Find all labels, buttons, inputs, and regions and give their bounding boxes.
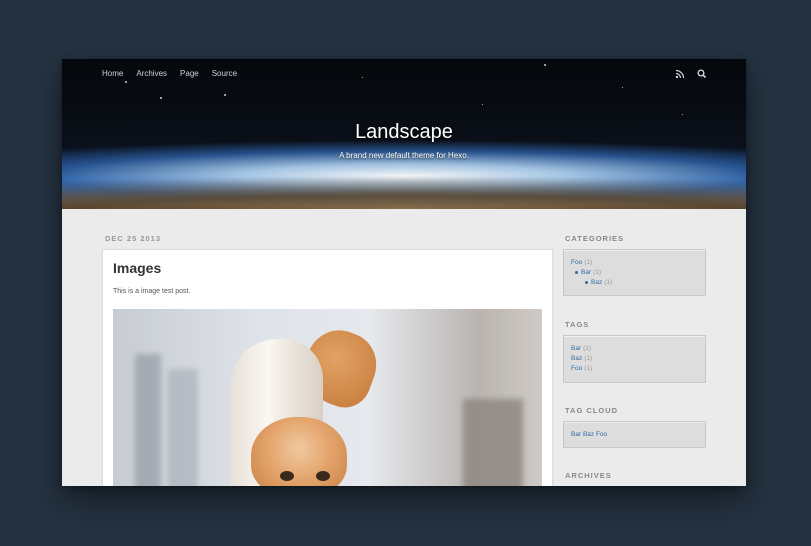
tag-count: (1) — [584, 365, 593, 372]
tag-label[interactable]: Baz — [571, 355, 582, 362]
nav-home[interactable]: Home — [102, 69, 131, 78]
tags-heading: TAGS — [565, 320, 590, 329]
categories-widget: Foo (1) Bar (1) Baz (1) — [563, 249, 706, 296]
category-count: (1) — [604, 279, 613, 286]
browser-window: Home Archives Page Source Landscape A br… — [62, 59, 746, 486]
category-label[interactable]: Foo — [571, 259, 582, 266]
tag-item[interactable]: Foo (1) — [571, 365, 592, 372]
rss-icon[interactable] — [674, 67, 686, 79]
article-body: This is a image test post. — [113, 288, 191, 295]
tag-cloud-widget: Bar Baz Foo — [563, 421, 706, 448]
category-label[interactable]: Baz — [591, 279, 602, 286]
tags-widget: Bar (1) Baz (1) Foo (1) — [563, 335, 706, 383]
tag-item[interactable]: Baz (1) — [571, 355, 592, 362]
category-item[interactable]: Baz (1) — [585, 279, 612, 286]
category-count: (1) — [584, 259, 593, 266]
tag-label[interactable]: Bar — [571, 345, 581, 352]
category-item[interactable]: Foo (1) — [571, 259, 592, 266]
nav-page[interactable]: Page — [180, 69, 207, 78]
archives-heading: ARCHIVES — [565, 471, 612, 480]
tag-cloud-item[interactable]: Bar — [571, 431, 581, 438]
site-title[interactable]: Landscape — [62, 121, 746, 144]
site-subtitle: A brand new default theme for Hexo. — [339, 151, 469, 160]
article: Images This is a image test post. — [102, 249, 553, 486]
nav-icons — [674, 67, 708, 79]
tag-label[interactable]: Foo — [571, 365, 582, 372]
category-label[interactable]: Bar — [581, 269, 591, 276]
tag-count: (1) — [584, 355, 593, 362]
nav-archives[interactable]: Archives — [136, 69, 175, 78]
tag-count: (1) — [583, 345, 592, 352]
article-title[interactable]: Images — [113, 260, 161, 276]
tag-cloud-list: Bar Baz Foo — [571, 431, 607, 438]
cat-photo — [113, 309, 542, 486]
categories-heading: CATEGORIES — [565, 234, 625, 243]
bullet-icon — [585, 280, 588, 284]
tag-cloud-heading: TAG CLOUD — [565, 406, 619, 415]
post-date[interactable]: DEC 25 2013 — [105, 234, 161, 243]
bullet-icon — [575, 270, 578, 274]
tag-cloud-item[interactable]: Baz — [583, 431, 594, 438]
category-item[interactable]: Bar (1) — [575, 269, 601, 276]
tag-item[interactable]: Bar (1) — [571, 345, 591, 352]
nav-source[interactable]: Source — [212, 69, 245, 78]
main-nav: Home Archives Page Source — [102, 69, 250, 78]
tag-cloud-item[interactable]: Foo — [596, 431, 607, 438]
category-count: (1) — [593, 269, 602, 276]
site-header: Home Archives Page Source Landscape A br… — [62, 59, 746, 209]
search-icon[interactable] — [696, 67, 708, 79]
